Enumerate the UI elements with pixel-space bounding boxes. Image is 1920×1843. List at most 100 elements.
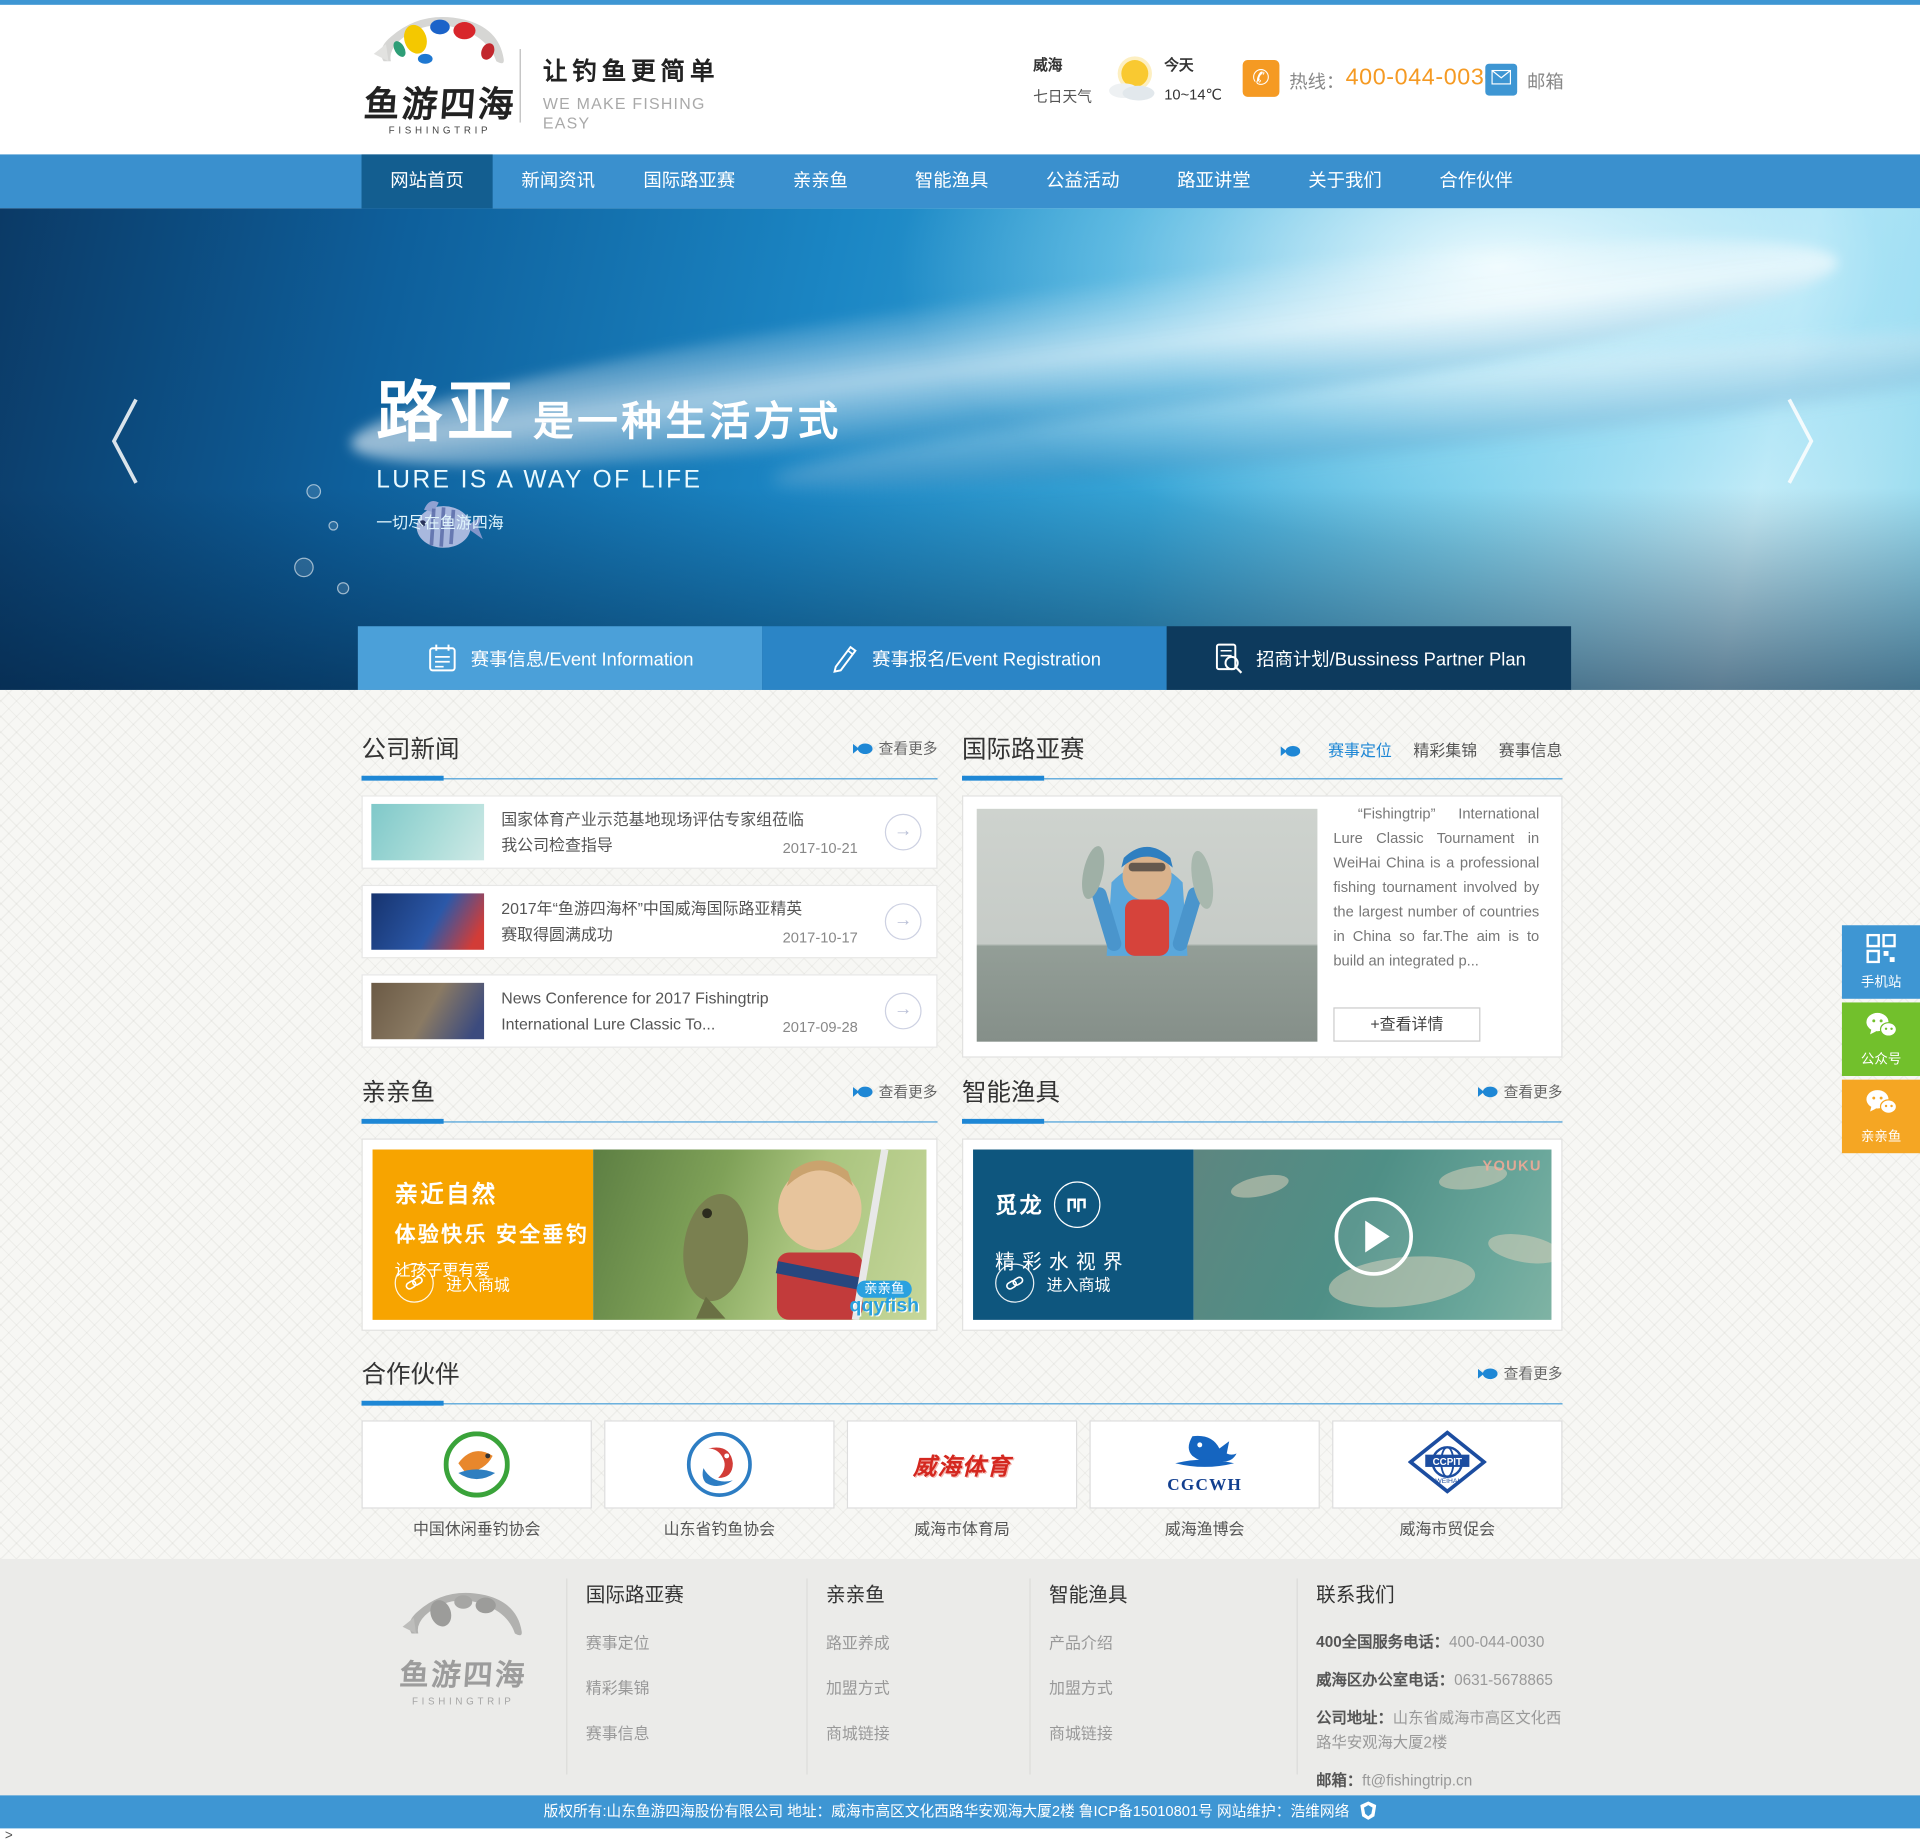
news-date: 2017-10-21: [783, 839, 858, 856]
nav-item-tournament[interactable]: 国际路亚赛: [624, 154, 755, 208]
partner-tile-1[interactable]: [362, 1420, 592, 1508]
nav-item-qqfish[interactable]: 亲亲鱼: [755, 154, 886, 208]
qqfish-brand-logo: 亲亲鱼 qqyfish: [849, 1279, 919, 1315]
footer-separator: [566, 1578, 567, 1774]
partner-name: 威海市体育局: [847, 1516, 1077, 1539]
qqfish-mall-link[interactable]: 进入商城: [395, 1263, 510, 1302]
fish-bullet-icon: [853, 743, 873, 755]
partner-tile-5[interactable]: CCPIT WEIHAI: [1332, 1420, 1562, 1508]
tournament-link-highlights[interactable]: 精彩集锦: [1413, 741, 1477, 759]
arrow-circle-icon[interactable]: →: [885, 993, 922, 1030]
view-detail-button[interactable]: +查看详情: [1333, 1007, 1480, 1041]
mail-icon[interactable]: [1485, 64, 1517, 96]
footer-link[interactable]: 精彩集锦: [586, 1675, 684, 1698]
footer-link[interactable]: 加盟方式: [826, 1675, 890, 1698]
fish-shape: [1486, 1229, 1552, 1268]
news-item-1[interactable]: 国家体育产业示范基地现场评估专家组莅临我公司检查指导 2017-10-21 →: [362, 795, 938, 869]
carousel-next-arrow[interactable]: [1779, 392, 1821, 490]
bubble: [337, 582, 349, 594]
footer-separator: [806, 1578, 807, 1774]
footer-link[interactable]: 商城链接: [826, 1721, 890, 1744]
tournament-link-position[interactable]: 赛事定位: [1328, 741, 1392, 759]
weather-temp: 10~14℃: [1164, 86, 1222, 103]
bubble: [328, 521, 338, 531]
section-underline: [362, 778, 938, 779]
tab-label: 赛事报名/Event Registration: [872, 645, 1101, 671]
tagline-en-1: WE MAKE FISHING: [543, 94, 719, 114]
qr-code-icon: [1866, 934, 1895, 963]
calendar-icon: [427, 642, 459, 674]
hero-text: 路亚是一种生活方式 LURE IS A WAY OF LIFE 一切尽在鱼游四海: [376, 358, 842, 533]
side-button-mobile-site[interactable]: 手机站: [1842, 925, 1920, 999]
footer-link[interactable]: 赛事信息: [586, 1721, 684, 1744]
play-button[interactable]: [1335, 1197, 1413, 1275]
side-button-qqfish-wechat[interactable]: 亲亲鱼: [1842, 1080, 1920, 1154]
gear-more-link[interactable]: 查看更多: [1478, 1081, 1563, 1102]
section-title-tournament: 国际路亚赛: [962, 729, 1085, 765]
wechat-icon: [1865, 1088, 1897, 1117]
sun-icon: [1104, 54, 1160, 103]
tournament-link-info[interactable]: 赛事信息: [1499, 741, 1563, 759]
footer-link[interactable]: 商城链接: [1049, 1721, 1127, 1744]
partner-logo-caa: [444, 1431, 510, 1497]
tournament-card: “Fishingtrip” International Lure Classic…: [962, 795, 1562, 1057]
weather-forecast-link[interactable]: 七日天气: [1033, 86, 1092, 107]
news-more-link[interactable]: 查看更多: [853, 738, 938, 759]
footer-link[interactable]: 赛事定位: [586, 1630, 684, 1653]
side-button-wechat-official[interactable]: 公众号: [1842, 1002, 1920, 1076]
nav-item-lecture[interactable]: 路亚讲堂: [1148, 154, 1279, 208]
section-underline: [962, 1121, 1562, 1122]
wechat-icon: [1865, 1011, 1897, 1040]
nav-item-partners[interactable]: 合作伙伴: [1411, 154, 1542, 208]
document-search-icon: [1212, 642, 1244, 674]
svg-text:CCPIT: CCPIT: [1433, 1456, 1462, 1467]
tab-business-partner-plan[interactable]: 招商计划/Bussiness Partner Plan: [1167, 626, 1571, 690]
nav-item-about[interactable]: 关于我们: [1279, 154, 1410, 208]
qqfish-slogan-1: 亲近自然: [395, 1176, 594, 1209]
partner-logo-weihai-sport: 威海体育: [913, 1448, 1011, 1481]
logo-text: 鱼游四海: [358, 85, 523, 124]
footer-logo-subtext: FISHINGTRIP: [390, 1695, 537, 1708]
arrow-circle-icon[interactable]: →: [885, 903, 922, 940]
partner-logo-cgcwh-text: CGCWH: [1167, 1476, 1242, 1496]
site-header: 鱼游四海 FISHINGTRIP 让钓鱼更简单 WE MAKE FISHING …: [0, 5, 1920, 155]
partner-logo-ccpit: CCPIT WEIHAI: [1408, 1430, 1486, 1494]
partner-tile-4[interactable]: CGCWH: [1089, 1420, 1319, 1508]
tab-event-registration[interactable]: 赛事报名/Event Registration: [762, 626, 1166, 690]
nav-item-charity[interactable]: 公益活动: [1017, 154, 1148, 208]
svg-text:WEIHAI: WEIHAI: [1435, 1477, 1459, 1484]
news-item-2[interactable]: 2017年“鱼游四海杯”中国威海国际路亚精英赛取得圆满成功 2017-10-17…: [362, 885, 938, 959]
gear-mall-link[interactable]: 进入商城: [995, 1263, 1110, 1302]
bubble: [306, 484, 321, 499]
nav-item-news[interactable]: 新闻资讯: [493, 154, 624, 208]
footer-contact-title: 联系我们: [1316, 1578, 1566, 1607]
nav-item-gear[interactable]: 智能渔具: [886, 154, 1017, 208]
tournament-photo: [977, 809, 1318, 1042]
tournament-links: 赛事定位 精彩集锦 赛事信息: [1281, 738, 1563, 761]
site-logo[interactable]: 鱼游四海 FISHINGTRIP: [359, 12, 521, 137]
partner-tile-2[interactable]: [604, 1420, 834, 1508]
news-thumbnail: [371, 804, 484, 860]
nav-item-home[interactable]: 网站首页: [362, 154, 493, 208]
phone-icon: ✆: [1243, 60, 1280, 97]
carousel-prev-arrow[interactable]: [104, 392, 146, 490]
gear-section: 智能渔具 查看更多 觅龙 精彩水视界: [962, 1072, 1562, 1331]
tab-event-information[interactable]: 赛事信息/Event Information: [358, 626, 762, 690]
contact-label: 邮箱：: [1316, 1772, 1362, 1789]
news-item-3[interactable]: News Conference for 2017 Fishingtrip Int…: [362, 974, 938, 1048]
partner-tile-3[interactable]: 威海体育: [847, 1420, 1077, 1508]
footer-link[interactable]: 加盟方式: [1049, 1675, 1127, 1698]
footer-link[interactable]: 产品介绍: [1049, 1630, 1127, 1653]
qqfish-section: 亲亲鱼 查看更多 亲近自然 体验快乐 安全垂钓 让孩子更有爱: [362, 1072, 938, 1331]
side-button-label: 公众号: [1842, 1049, 1920, 1069]
news-date: 2017-10-17: [783, 929, 858, 946]
partners-more-link[interactable]: 查看更多: [1478, 1363, 1563, 1384]
section-underline: [362, 1121, 938, 1122]
footer-link[interactable]: 路亚养成: [826, 1630, 890, 1653]
mail-label[interactable]: 邮箱: [1527, 69, 1564, 95]
hero-title-rest: 是一种生活方式: [533, 398, 842, 443]
section-underline: [962, 778, 1562, 779]
arrow-circle-icon[interactable]: →: [885, 814, 922, 851]
qqfish-more-link[interactable]: 查看更多: [853, 1081, 938, 1102]
footer-col-title: 智能渔具: [1049, 1578, 1127, 1607]
